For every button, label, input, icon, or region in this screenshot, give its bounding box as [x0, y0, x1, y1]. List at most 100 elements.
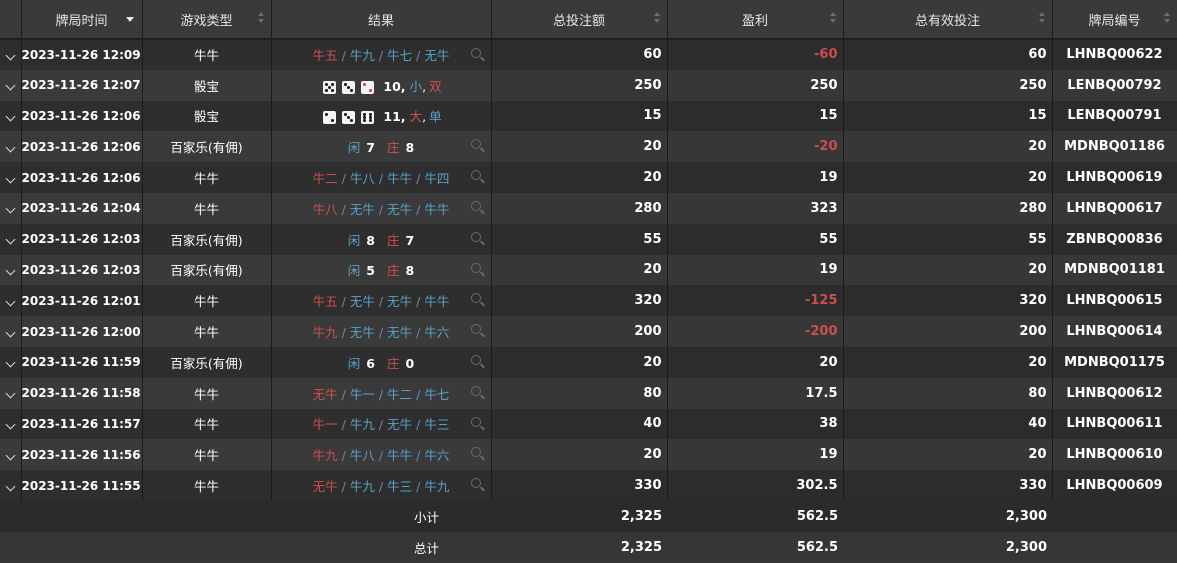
chevron-down-icon[interactable] [5, 234, 16, 245]
magnifier-icon[interactable] [470, 324, 485, 338]
table-row[interactable]: 2023-11-26 12:03:56百家乐(有佣)闲8庄7555555ZBNB… [0, 223, 1177, 255]
expand-toggle[interactable] [0, 100, 22, 132]
chevron-down-icon[interactable] [5, 50, 16, 61]
cell-game-type: 骰宝 [142, 100, 272, 132]
chevron-down-icon[interactable] [5, 203, 16, 214]
cell-round-code: LHNBQ00609 [1052, 470, 1177, 501]
expand-toggle[interactable] [0, 192, 22, 224]
header-game[interactable]: 游戏类型 [142, 0, 272, 40]
chevron-down-icon[interactable] [5, 481, 16, 491]
chevron-down-icon[interactable] [5, 111, 16, 122]
player-score: 8 [366, 232, 375, 248]
sort-icon[interactable] [653, 12, 661, 24]
chevron-down-icon[interactable] [5, 80, 16, 91]
cell-profit: 19 [667, 439, 844, 471]
magnifier-icon[interactable] [470, 200, 485, 215]
expand-toggle[interactable] [0, 316, 22, 347]
chevron-down-icon[interactable] [5, 296, 16, 307]
table-row[interactable]: 2023-11-26 12:06:43骰宝11,大,单151515LENBQ00… [0, 100, 1177, 132]
cell-result: 闲8庄7 [271, 223, 492, 255]
magnifier-icon[interactable] [470, 48, 485, 62]
magnifier-icon[interactable] [470, 262, 485, 277]
magnifier-icon[interactable] [470, 478, 485, 492]
expand-toggle[interactable] [0, 223, 22, 255]
expand-toggle[interactable] [0, 285, 22, 317]
expand-toggle[interactable] [0, 377, 22, 409]
table-row[interactable]: 2023-11-26 11:59:43百家乐(有佣)闲6庄0202020MDNB… [0, 346, 1177, 378]
result-separator: / [378, 325, 384, 341]
chevron-down-icon[interactable] [5, 419, 16, 430]
expand-toggle[interactable] [0, 131, 22, 163]
cell-valid-bet: 20 [843, 346, 1053, 378]
cell-profit: 19 [667, 254, 844, 286]
expand-toggle[interactable] [0, 408, 22, 440]
expand-toggle[interactable] [0, 39, 22, 70]
table-row[interactable]: 2023-11-26 12:06:32百家乐(有佣)闲7庄820-2020MDN… [0, 131, 1177, 163]
magnifier-icon[interactable] [470, 354, 485, 369]
dice-size: 小 [409, 78, 423, 94]
table-row[interactable]: 2023-11-26 12:09:19牛牛牛五/牛九/牛七/无牛60-6060L… [0, 39, 1177, 70]
sort-icon[interactable] [829, 12, 837, 24]
magnifier-icon[interactable] [470, 447, 485, 461]
result-separator: / [341, 201, 346, 217]
result-hand: 无牛 [349, 325, 375, 341]
expand-toggle[interactable] [0, 439, 22, 471]
expand-toggle[interactable] [0, 346, 22, 378]
header-code[interactable]: 牌局编号 [1052, 0, 1177, 40]
subtotal-empty [1052, 501, 1177, 532]
table-row[interactable]: 2023-11-26 12:04:31牛牛牛八/无牛/无牛/牛牛28032328… [0, 192, 1177, 224]
expand-toggle[interactable] [0, 470, 22, 501]
expand-toggle[interactable] [0, 162, 22, 193]
cell-valid-bet: 80 [843, 377, 1053, 409]
chevron-down-icon[interactable] [5, 388, 16, 399]
subtotal-profit: 562.5 [796, 508, 838, 524]
cell-total-bet: 60 [491, 39, 668, 70]
table-row[interactable]: 2023-11-26 11:55:46牛牛无牛/牛九/牛三/牛九330302.5… [0, 470, 1177, 501]
cell-time: 2023-11-26 11:56:48 [21, 439, 143, 471]
header-valid-bet[interactable]: 总有效投注 [843, 0, 1053, 40]
sort-icon[interactable] [1163, 12, 1171, 24]
table-row[interactable]: 2023-11-26 11:56:48牛牛牛九/牛八/牛牛/牛六201920LH… [0, 439, 1177, 471]
table-row[interactable]: 2023-11-26 12:06:25牛牛牛二/牛八/牛牛/牛四201920LH… [0, 162, 1177, 193]
sort-icon[interactable] [1038, 12, 1046, 24]
table-row[interactable]: 2023-11-26 12:00:41牛牛牛九/无牛/无牛/牛六200-2002… [0, 316, 1177, 347]
result-separator: / [416, 448, 421, 464]
result-hand: 牛牛 [424, 294, 450, 310]
magnifier-icon[interactable] [470, 231, 485, 246]
header-total-bet[interactable]: 总投注额 [491, 0, 668, 40]
magnifier-icon[interactable] [470, 293, 485, 307]
table-row[interactable]: 2023-11-26 12:01:52牛牛牛五/无牛/无牛/牛牛320-1253… [0, 285, 1177, 317]
magnifier-icon[interactable] [470, 385, 485, 400]
magnifier-icon[interactable] [470, 139, 485, 153]
expand-toggle[interactable] [0, 69, 22, 101]
cell-profit: 323 [667, 192, 844, 224]
magnifier-icon[interactable] [470, 170, 485, 184]
header-profit[interactable]: 盈利 [667, 0, 844, 40]
cell-round-code: MDNBQ01175 [1052, 346, 1177, 378]
table-row[interactable]: 2023-11-26 11:57:47牛牛牛一/牛九/无牛/牛三403840LH… [0, 408, 1177, 440]
result-hand: 牛八 [349, 448, 375, 464]
expand-toggle[interactable] [0, 254, 22, 286]
result-separator: / [416, 479, 421, 495]
header-time[interactable]: 牌局时间 [21, 0, 143, 40]
magnifier-icon[interactable] [470, 416, 485, 431]
expand-header [0, 0, 22, 40]
sort-icon[interactable] [257, 12, 265, 24]
cell-time: 2023-11-26 12:06:32 [21, 131, 143, 163]
table-row[interactable]: 2023-11-26 11:58:43牛牛无牛/牛一/牛二/牛七8017.580… [0, 377, 1177, 409]
cell-game-type: 牛牛 [142, 408, 272, 440]
table-row[interactable]: 2023-11-26 12:07:52骰宝10,小,双250250250LENB… [0, 69, 1177, 101]
chevron-down-icon[interactable] [5, 357, 16, 368]
result-hand: 无牛 [424, 48, 450, 64]
cell-round-code: LHNBQ00614 [1052, 316, 1177, 347]
cell-total-bet: 20 [491, 346, 668, 378]
sort-desc-icon[interactable] [125, 17, 134, 22]
cell-valid-bet: 320 [843, 285, 1053, 317]
table-row[interactable]: 2023-11-26 12:03:21百家乐(有佣)闲5庄8201920MDNB… [0, 254, 1177, 286]
chevron-down-icon[interactable] [5, 142, 16, 153]
die-pip [369, 88, 373, 92]
chevron-down-icon[interactable] [5, 450, 16, 461]
chevron-down-icon[interactable] [5, 327, 16, 338]
chevron-down-icon[interactable] [5, 173, 16, 184]
chevron-down-icon[interactable] [5, 265, 16, 276]
